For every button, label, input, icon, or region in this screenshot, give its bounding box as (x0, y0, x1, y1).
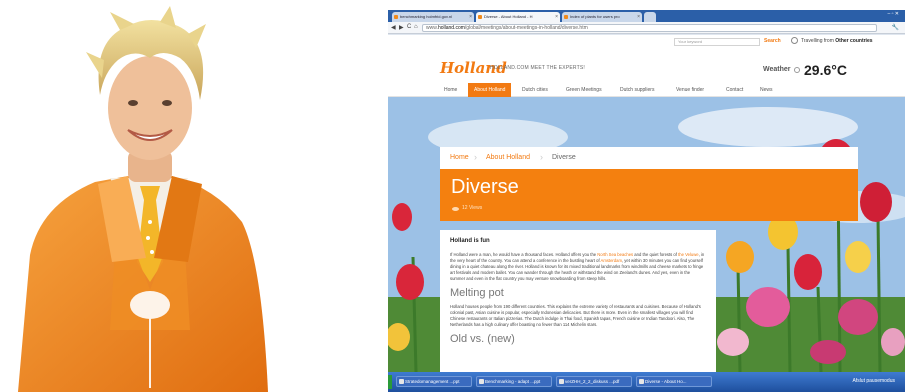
url-host: holland.com (437, 25, 465, 31)
new-tab-button[interactable] (644, 12, 656, 22)
article-subheading-2: Old vs. (new) (450, 333, 515, 345)
article-subheading: Melting pot (450, 287, 504, 299)
taskbar-item[interactable]: verZHH_2_2_diskuss ...pdf (556, 376, 632, 387)
nav-item-green-meetings[interactable]: Green Meetings (560, 83, 608, 97)
favicon-icon (394, 15, 398, 19)
close-icon[interactable]: × (555, 12, 558, 22)
browser-icon (639, 379, 644, 384)
window-controls[interactable]: – ▫ ✕ (887, 11, 899, 17)
travelling-from-selector[interactable]: Travelling from Other countries (801, 38, 873, 44)
article-paragraph-2: Holland houses people from 190 different… (450, 304, 701, 327)
breadcrumb-about-holland[interactable]: About Holland (486, 154, 530, 161)
document-icon (399, 379, 404, 384)
eye-icon (452, 207, 459, 211)
breadcrumb-home[interactable]: Home (450, 154, 469, 161)
taskbar-item[interactable]: Stratedomanagement ...ppt (396, 376, 472, 387)
url-prefix: www. (426, 25, 438, 31)
browser-tab-active[interactable]: Diverse - About Holland - H × (476, 12, 560, 22)
address-bar[interactable]: www.holland.com/global/meetings/about-me… (422, 24, 877, 32)
taskbar-item[interactable]: Diverse - About Ho... (636, 376, 712, 387)
home-icon[interactable]: ⌂ (414, 24, 418, 30)
link-veluwe[interactable]: the Veluwe (678, 252, 699, 257)
breadcrumb-separator-icon: › (474, 152, 477, 162)
url-path: /global/meetings/about-meetings-in-holla… (464, 25, 588, 31)
browser-tab-label: Index of plants for users pro (570, 14, 620, 19)
man-in-orange-suit-photo (18, 6, 268, 392)
taskbar-item-label: verZHH_2_2_diskuss ...pdf (565, 379, 620, 384)
close-icon[interactable]: × (469, 12, 472, 22)
weather-label: Weather (763, 66, 791, 73)
main-navigation: Home About Holland Dutch cities Green Me… (388, 83, 905, 97)
sun-icon (794, 67, 800, 73)
nav-item-news[interactable]: News (754, 83, 779, 97)
reload-icon[interactable]: C (407, 24, 411, 30)
document-icon (479, 379, 484, 384)
article-body: Holland is fun If Holland were a man, he… (440, 230, 716, 372)
browser-window: benchmarking holmfrid.gov.nl × Diverse -… (388, 10, 905, 392)
article-heading: Holland is fun (450, 238, 490, 244)
article-paragraph-1: If Holland were a man, he would have a t… (450, 252, 706, 282)
taskbar-item-label: Diverse - About Ho... (645, 379, 687, 384)
link-amsterdam[interactable]: Amsterdam (601, 258, 622, 263)
start-button[interactable] (388, 375, 392, 389)
browser-tab[interactable]: Index of plants for users pro × (562, 12, 642, 22)
forward-icon[interactable]: ▶ (399, 24, 404, 31)
nav-item-about-holland[interactable]: About Holland (468, 83, 512, 97)
web-page: Your keyword Search Travelling from Othe… (388, 35, 905, 372)
page-title: Diverse (451, 176, 519, 198)
favicon-icon (564, 15, 568, 19)
site-top-strip: Your keyword Search Travelling from Othe… (388, 35, 905, 49)
page-hero: Diverse 12 Views (440, 169, 858, 221)
windows-taskbar: Stratedomanagement ...ppt Benchmarking -… (388, 372, 905, 392)
wrench-icon[interactable]: 🔧 (892, 24, 899, 31)
browser-toolbar: ◀ ▶ C ⌂ www.holland.com/global/meetings/… (388, 22, 905, 34)
breadcrumb: Home › About Holland › Diverse (440, 147, 858, 169)
nav-item-dutch-cities[interactable]: Dutch cities (516, 83, 554, 97)
taskbar-status-text[interactable]: Afslut pausemodus (852, 378, 895, 384)
paragraph-text: and the quiet forests of (633, 252, 679, 257)
travelling-from-label: Travelling from (801, 38, 834, 44)
browser-tab-label: benchmarking holmfrid.gov.nl (400, 14, 452, 19)
weather-temperature: 29.6°C (804, 62, 847, 78)
pdf-icon (559, 379, 564, 384)
close-icon[interactable]: × (637, 12, 640, 22)
site-search-input[interactable]: Your keyword (674, 38, 760, 46)
browser-tab[interactable]: benchmarking holmfrid.gov.nl × (392, 12, 474, 22)
back-icon[interactable]: ◀ (391, 24, 396, 31)
favicon-icon (478, 15, 482, 19)
browser-tab-strip: benchmarking holmfrid.gov.nl × Diverse -… (388, 10, 905, 22)
taskbar-item-label: Benchmarking - adapt ...ppt (485, 379, 541, 384)
nav-item-home[interactable]: Home (438, 83, 463, 97)
nav-item-dutch-suppliers[interactable]: Dutch suppliers (614, 83, 660, 97)
site-header: Holland HOLLAND.COM MEET THE EXPERTS! We… (388, 49, 905, 83)
nav-item-venue-finder[interactable]: Venue finder (670, 83, 710, 97)
link-north-sea-beaches[interactable]: North Sea beaches (597, 252, 633, 257)
view-count: 12 Views (462, 205, 483, 211)
globe-icon (791, 37, 798, 44)
taskbar-item-label: Stratedomanagement ...ppt (405, 379, 460, 384)
travelling-from-country: Other countries (835, 38, 873, 44)
browser-tab-label: Diverse - About Holland - H (484, 14, 533, 19)
breadcrumb-current: Diverse (552, 154, 576, 161)
nav-item-contact[interactable]: Contact (720, 83, 749, 97)
paragraph-text: If Holland were a man, he would have a t… (450, 252, 598, 257)
logo-tagline: HOLLAND.COM MEET THE EXPERTS! (490, 65, 585, 71)
taskbar-item[interactable]: Benchmarking - adapt ...ppt (476, 376, 552, 387)
site-search-button[interactable]: Search (764, 38, 781, 44)
breadcrumb-separator-icon: › (540, 152, 543, 162)
